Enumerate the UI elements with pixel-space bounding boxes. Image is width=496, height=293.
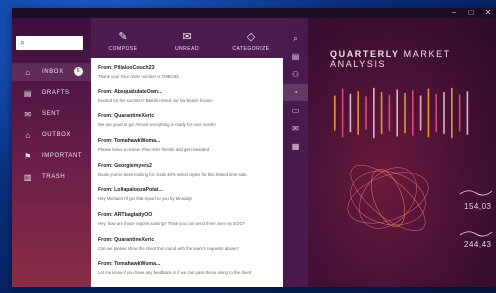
- mail-icon[interactable]: ✉: [283, 120, 308, 137]
- search-icon[interactable]: ⌕: [283, 30, 308, 47]
- stat-value-2: 244,43: [464, 240, 492, 249]
- decorative-bar: [404, 92, 406, 134]
- trend-line-2: [459, 231, 493, 237]
- categorize-button[interactable]: ◇ CATEGORIZE: [219, 18, 283, 58]
- sidebar-item-inbox[interactable]: ⌂ INBOX 6: [12, 63, 91, 81]
- sidebar-item-important[interactable]: ⚑ IMPORTANT: [12, 147, 91, 165]
- sidebar-item-outbox[interactable]: ⌂ OUTBOX: [12, 126, 91, 144]
- decorative-bar: [349, 93, 352, 133]
- message-sender: From: ARTbagladyOO: [98, 212, 153, 218]
- sidebar-item-label: SENT: [42, 111, 61, 117]
- message-item[interactable]: From: PillalooCouch23 Thank you! Your or…: [91, 62, 283, 85]
- title-bar: − □ ✕: [12, 8, 496, 18]
- folder-sidebar: ⌕ ⌂ INBOX 6 ▤ DRAFTS ✉ SENT ⌂ OUTBOX ⚑ I…: [12, 18, 91, 287]
- maximize-button[interactable]: □: [467, 8, 475, 18]
- decorative-bar: [466, 91, 469, 135]
- decorative-bar: [458, 94, 461, 132]
- message-sender: From: QuarantineXeric: [98, 237, 155, 243]
- message-sender: From: Georgiemyers2: [98, 163, 152, 169]
- decorative-bar: [427, 88, 430, 138]
- sidebar-item-drafts[interactable]: ▤ DRAFTS: [12, 84, 91, 102]
- message-preview: Please leave a review. Plus refer friend…: [98, 147, 211, 152]
- message-list: From: PillalooCouch23 Thank you! Your or…: [91, 58, 283, 287]
- stat-value-1: 154,03: [464, 202, 492, 211]
- document-icon[interactable]: ▤: [283, 48, 308, 65]
- message-preview: Can we please show the client this round…: [98, 246, 239, 251]
- message-item[interactable]: From: TomahawkWoma... Please leave a rev…: [91, 135, 283, 158]
- decorative-bar: [443, 92, 445, 134]
- attachment-icon[interactable]: ▦: [283, 138, 308, 155]
- sidebar-item-sent[interactable]: ✉ SENT: [12, 105, 91, 123]
- decorative-bar: [357, 91, 359, 135]
- decorative-bar: [388, 94, 391, 132]
- decorative-bar: [396, 89, 398, 137]
- decorative-bar-graphic: [334, 87, 469, 139]
- categorize-label: CATEGORIZE: [232, 46, 270, 52]
- message-preview: Excited for the summer? Bambi rented our…: [98, 98, 213, 103]
- search-input[interactable]: ⌕: [16, 36, 83, 50]
- message-sender: From: TomahawkWoma...: [98, 138, 161, 144]
- action-rail: ⌕ ▤ ⚇ ◔ ▭ ✉ ▦: [283, 18, 308, 287]
- chat-icon[interactable]: ▭: [283, 102, 308, 119]
- decorative-bar: [373, 87, 375, 139]
- unread-count-badge: 6: [74, 67, 83, 76]
- chart-icon[interactable]: ◔: [283, 84, 308, 101]
- decorative-bar: [419, 95, 422, 131]
- message-item[interactable]: From: LollapaloozaPotat... Hey Michael! …: [91, 184, 283, 207]
- search-icon: ⌕: [20, 37, 26, 47]
- decorative-wave-graphic: [347, 165, 429, 231]
- unread-button[interactable]: ✉ UNREAD: [155, 18, 219, 58]
- message-preview: Thank you! Your order number is TMBC83.: [98, 74, 180, 79]
- minimize-button[interactable]: −: [450, 8, 458, 18]
- sidebar-item-trash[interactable]: ▥ TRASH: [12, 168, 91, 186]
- flag-icon: ⚑: [24, 151, 32, 161]
- trend-line-1: [459, 190, 493, 196]
- message-sender: From: AbsquatulateOwn...: [98, 89, 163, 95]
- trash-icon: ▥: [23, 172, 33, 182]
- compose-button[interactable]: ✎ COMPOSE: [91, 18, 155, 58]
- reading-pane: QUARTERLY MARKET ANALYSIS 154,03 244,43: [308, 18, 496, 287]
- close-button[interactable]: ✕: [484, 8, 492, 18]
- sidebar-item-label: TRASH: [42, 174, 66, 180]
- decorative-bar: [451, 87, 453, 139]
- message-preview: Hey, how are those reports looking? Thin…: [98, 221, 245, 226]
- inbox-icon: ⌂: [25, 67, 31, 77]
- decorative-bar: [380, 92, 383, 134]
- message-preview: Hey Michael! I'll get that report to you…: [98, 196, 193, 201]
- unread-label: UNREAD: [174, 46, 200, 52]
- message-item[interactable]: From: QuarantineXeric Can we please show…: [91, 234, 283, 257]
- decorative-bar: [412, 90, 414, 136]
- decorative-bar: [341, 88, 344, 138]
- message-sender: From: LollapaloozaPotat...: [98, 187, 163, 193]
- sidebar-item-label: INBOX: [42, 69, 64, 75]
- message-item[interactable]: From: QuarantineXeric We are good to go!…: [91, 110, 283, 133]
- pencil-icon: ✎: [118, 31, 128, 43]
- tag-icon: ◇: [246, 31, 256, 43]
- decorative-bar: [435, 93, 437, 133]
- outbox-icon: ⌂: [25, 130, 31, 140]
- mail-app-window: − □ ✕ ⌕ ⌂ INBOX 6 ▤ DRAFTS ✉ SENT ⌂ OUTB…: [12, 8, 496, 287]
- message-sender: From: QuarantineXeric: [98, 113, 155, 119]
- sidebar-item-label: IMPORTANT: [42, 153, 83, 159]
- message-item[interactable]: From: Georgiemyers2 Deals you've been lo…: [91, 160, 283, 183]
- sidebar-item-label: OUTBOX: [42, 132, 71, 138]
- message-preview: Let me know if you have any feedback or …: [98, 270, 252, 275]
- envelope-icon: ✉: [182, 31, 192, 43]
- message-sender: From: TomahawkWoma...: [98, 261, 161, 267]
- sent-icon: ✉: [24, 109, 32, 119]
- sidebar-item-label: DRAFTS: [42, 90, 70, 96]
- mail-toolbar: ✎ COMPOSE ✉ UNREAD ◇ CATEGORIZE: [91, 18, 283, 58]
- decorative-bar: [334, 95, 336, 131]
- message-sender: From: PillalooCouch23: [98, 65, 155, 71]
- add-contact-icon[interactable]: ⚇: [283, 66, 308, 83]
- drafts-icon: ▤: [23, 88, 33, 98]
- message-preview: We are good to go! Almost everything is …: [98, 122, 216, 127]
- message-item[interactable]: From: ARTbagladyOO Hey, how are those re…: [91, 209, 283, 232]
- message-item[interactable]: From: AbsquatulateOwn... Excited for the…: [91, 86, 283, 109]
- message-item[interactable]: From: TomahawkWoma... Let me know if you…: [91, 258, 283, 281]
- message-preview: Deals you've been looking for. Grab 40% …: [98, 172, 248, 177]
- compose-label: COMPOSE: [108, 46, 138, 52]
- decorative-bar: [365, 96, 367, 130]
